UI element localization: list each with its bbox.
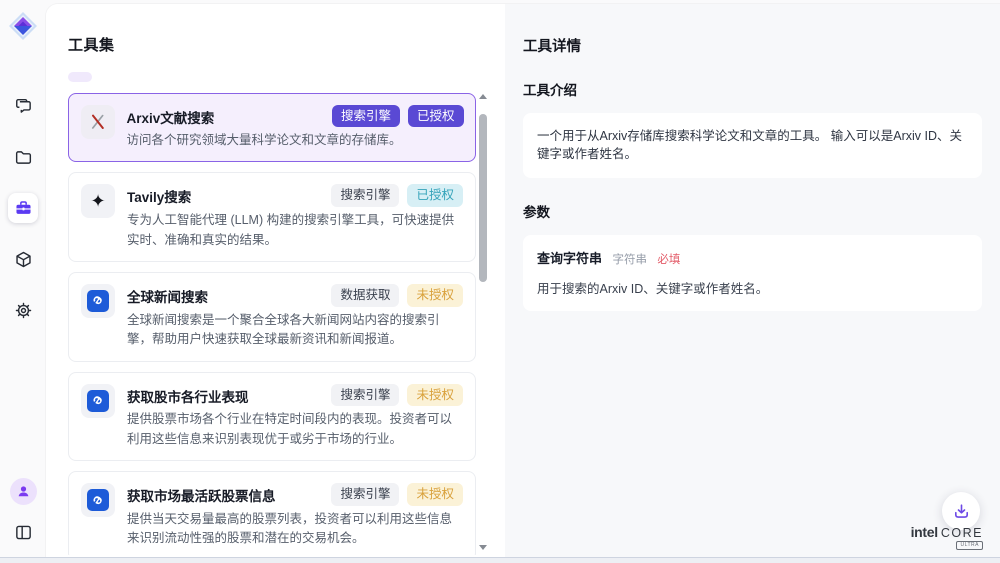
scroll-down-icon[interactable] <box>479 545 487 550</box>
params-box: 查询字符串 字符串 必填 用于搜索的Arxiv ID、关键字或作者姓名。 <box>523 235 982 312</box>
list-scrollbar[interactable] <box>478 92 488 552</box>
auth-badge: 已授权 <box>407 184 463 207</box>
tool-badges: 搜索引擎 已授权 <box>331 184 463 207</box>
toolbox-icon[interactable] <box>8 193 38 223</box>
tool-description: 访问各个研究领域大量科学论文和文章的存储库。 <box>127 131 464 150</box>
tool-icon: ✦ e <box>81 384 115 418</box>
tool-title: Tavily搜索 <box>127 184 323 206</box>
tool-list: ✦ e Arxiv文献搜索 <box>68 93 476 555</box>
category-badge: 搜索引擎 <box>331 184 399 207</box>
ultra-badge: ULTRA <box>956 541 983 550</box>
tool-body: 获取市场最活跃股票信息 搜索引擎 未授权 提供当天交易量最高的股票列表，投资者可… <box>127 483 463 549</box>
core-wordmark: CORE <box>941 526 983 540</box>
news-aggregator-icon: e <box>87 489 109 511</box>
scroll-up-icon[interactable] <box>479 94 487 99</box>
param-item: 查询字符串 字符串 必填 用于搜索的Arxiv ID、关键字或作者姓名。 <box>537 249 968 298</box>
tool-icon: ✦ e <box>81 284 115 318</box>
tool-title: 获取股市各行业表现 <box>127 384 323 406</box>
intro-heading: 工具介绍 <box>523 79 982 99</box>
intel-wordmark: intel <box>911 524 938 540</box>
tool-card[interactable]: ✦ e 获取市场最活跃股票信息 <box>68 471 476 555</box>
left-rail <box>0 0 46 557</box>
news-aggregator-icon: e <box>87 290 109 312</box>
tool-badges: 数据获取 未授权 <box>331 284 463 307</box>
tool-detail-panel: 工具详情 工具介绍 一个用于从Arxiv存储库搜索科学论文和文章的工具。 输入可… <box>505 4 1000 557</box>
cube-icon[interactable] <box>8 244 38 274</box>
intro-text: 一个用于从Arxiv存储库搜索科学论文和文章的工具。 输入可以是Arxiv ID… <box>537 127 968 165</box>
user-avatar[interactable] <box>10 478 37 505</box>
chat-icon[interactable] <box>8 91 38 121</box>
category-badge: 搜索引擎 <box>332 105 400 128</box>
toolset-panel: 工具集 ✦ e <box>46 4 505 557</box>
tool-description: 全球新闻搜索是一个聚合全球各大新闻网站内容的搜索引擎，帮助用户快速获取全球最新资… <box>127 311 463 350</box>
category-tab[interactable] <box>68 72 92 82</box>
tool-body: 全球新闻搜索 数据获取 未授权 全球新闻搜索是一个聚合全球各大新闻网站内容的搜索… <box>127 284 463 350</box>
param-type: 字符串 <box>612 254 647 266</box>
tool-badges: 搜索引擎 未授权 <box>331 483 463 506</box>
app-logo-icon <box>8 11 38 41</box>
intro-box: 一个用于从Arxiv存储库搜索科学论文和文章的工具。 输入可以是Arxiv ID… <box>523 113 982 179</box>
detail-title: 工具详情 <box>523 35 982 56</box>
auth-badge: 未授权 <box>407 384 463 407</box>
auth-badge: 未授权 <box>407 284 463 307</box>
download-icon <box>952 502 971 521</box>
tool-body: 获取股市各行业表现 搜索引擎 未授权 提供股票市场各个行业在特定时间段内的表现。… <box>127 384 463 450</box>
tool-description: 提供当天交易量最高的股票列表，投资者可以利用这些信息来识别流动性强的股票和潜在的… <box>127 510 463 549</box>
param-required-flag: 必填 <box>657 254 680 266</box>
tool-card[interactable]: ✦ e 获取股市各行业表现 <box>68 372 476 462</box>
star-icon: ✦ <box>90 192 105 210</box>
tool-title: 全球新闻搜索 <box>127 284 323 306</box>
folder-icon[interactable] <box>8 142 38 172</box>
category-badge: 搜索引擎 <box>331 384 399 407</box>
category-tabs <box>68 72 505 82</box>
auth-badge: 已授权 <box>408 105 464 128</box>
tool-icon: ✦ e <box>81 184 115 218</box>
page-title: 工具集 <box>68 34 505 55</box>
tool-description: 专为人工智能代理 (LLM) 构建的搜索引擎工具，可快速提供实时、准确和真实的结… <box>127 211 463 250</box>
window-bottom-edge <box>0 557 1000 563</box>
tool-title: 获取市场最活跃股票信息 <box>127 483 323 505</box>
scrollbar-thumb[interactable] <box>479 114 487 282</box>
tool-icon: ✦ e <box>81 483 115 517</box>
intel-core-logo: intel CORE ULTRA <box>911 524 983 550</box>
main-area: 工具集 ✦ e <box>46 4 1000 557</box>
tool-card[interactable]: ✦ e Arxiv文献搜索 <box>68 93 476 162</box>
tool-card[interactable]: ✦ e 全球新闻搜索 数据 <box>68 272 476 362</box>
app-window: 工具集 ✦ e <box>0 0 1000 557</box>
param-description: 用于搜索的Arxiv ID、关键字或作者姓名。 <box>537 278 968 297</box>
tool-body: Tavily搜索 搜索引擎 已授权 专为人工智能代理 (LLM) 构建的搜索引擎… <box>127 184 463 250</box>
param-name: 查询字符串 <box>537 251 602 266</box>
rail-nav <box>8 91 38 325</box>
arxiv-logo-icon <box>88 112 108 132</box>
tool-badges: 搜索引擎 未授权 <box>331 384 463 407</box>
category-badge: 搜索引擎 <box>331 483 399 506</box>
tool-description: 提供股票市场各个行业在特定时间段内的表现。投资者可以利用这些信息来识别表现优于或… <box>127 410 463 449</box>
tool-icon: ✦ e <box>81 105 115 139</box>
tool-title: Arxiv文献搜索 <box>127 105 324 127</box>
params-heading: 参数 <box>523 201 982 221</box>
settings-gear-icon[interactable] <box>8 295 38 325</box>
split-view-icon[interactable] <box>8 517 38 547</box>
tool-body: Arxiv文献搜索 搜索引擎 已授权 访问各个研究领域大量科学论文和文章的存储库… <box>127 105 464 151</box>
auth-badge: 未授权 <box>407 483 463 506</box>
tool-badges: 搜索引擎 已授权 <box>332 105 464 128</box>
news-aggregator-icon: e <box>87 390 109 412</box>
tool-card[interactable]: ✦ e Tavily搜索 <box>68 172 476 262</box>
category-badge: 数据获取 <box>331 284 399 307</box>
